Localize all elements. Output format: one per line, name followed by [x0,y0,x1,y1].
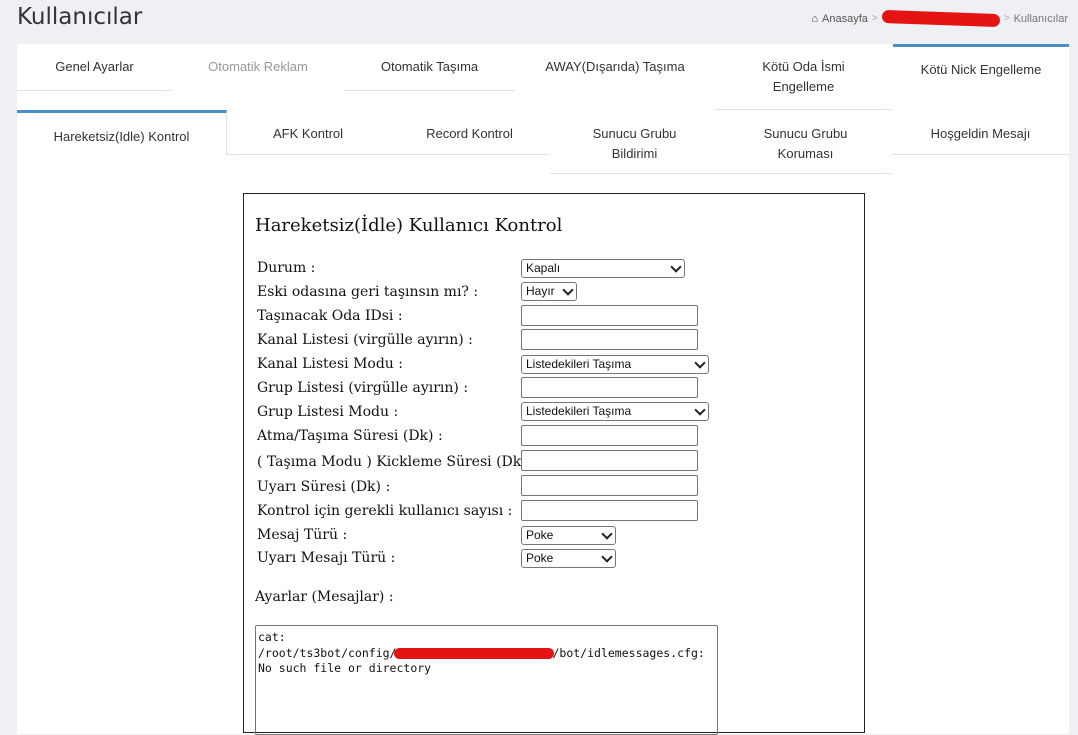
oda-id-input[interactable] [521,305,698,326]
mesaj-turu-select[interactable]: Poke [521,526,616,545]
breadcrumb-separator: > [1003,13,1010,24]
mesaj-turu-value: Poke [526,528,554,542]
message-line: /bot/idlemessages.cfg: [552,645,705,660]
kanal-modu-value: Listedekileri Taşıma [526,357,632,371]
atma-suresi-input[interactable] [521,425,698,446]
uyari-mesaj-turu-select[interactable]: Poke [521,549,616,568]
oda-id-label: Taşınacak Oda IDsi : [257,308,403,324]
uyari-suresi-input[interactable] [521,475,698,496]
tab-label-line: Kötü Oda İsmi [762,59,845,74]
durum-label: Durum : [257,260,316,276]
tab-kotu-oda-ismi[interactable]: Kötü Oda İsmi Engelleme [715,57,892,110]
tab-otomatik-reklam[interactable]: Otomatik Reklam [172,57,344,91]
grup-modu-label: Grup Listesi Modu : [257,404,399,420]
uyari-mesaj-turu-label: Uyarı Mesajı Türü : [257,550,396,566]
breadcrumb-current: Kullanıcılar [1013,12,1068,25]
redaction-mark [394,647,555,659]
tab-label-line: Sunucu Grubu [763,126,848,141]
messages-textarea[interactable]: cat: /root/ts3bot/config/ /bot/idlemessag… [255,625,718,735]
grup-modu-select[interactable]: Listedekileri Taşıma [521,402,709,421]
tab-afk-kontrol[interactable]: AFK Kontrol [227,110,389,155]
uyari-mesaj-turu-value: Poke [526,551,554,565]
grup-modu-value: Listedekileri Taşıma [526,404,632,418]
message-line: No such file or directory [258,661,432,675]
page-title: Kullanıcılar [17,4,143,30]
tab-sunucu-grubu-korumasi[interactable]: Sunucu Grubu Koruması [719,110,892,174]
atma-suresi-label: Atma/Taşıma Süresi (Dk) : [257,428,443,444]
tab-label-line: Sunucu Grubu [592,126,677,141]
grup-listesi-input[interactable] [521,377,698,398]
message-line: cat: [258,630,286,644]
tab-otomatik-tasima[interactable]: Otomatik Taşıma [344,57,515,91]
durum-select[interactable]: Kapalı [521,259,685,278]
message-line: /root/ts3bot/config/ [258,645,397,660]
mesaj-turu-label: Mesaj Türü : [257,527,348,543]
chevron-down-icon [670,260,682,273]
kanal-modu-select[interactable]: Listedekileri Taşıma [521,355,709,374]
durum-value: Kapalı [526,261,561,275]
tab-hareketsiz-kontrol[interactable]: Hareketsiz(Idle) Kontrol [17,110,227,155]
tab-genel-ayarlar[interactable]: Genel Ayarlar [17,57,172,91]
breadcrumb-separator: > [871,13,878,24]
idle-control-form: Hareketsiz(İdle) Kullanıcı Kontrol Durum… [243,193,865,735]
chevron-down-icon [562,283,574,296]
chevron-down-icon [601,527,613,540]
chevron-down-icon [694,403,706,416]
tab-label-line: Engelleme [772,79,835,94]
tab-record-kontrol[interactable]: Record Kontrol [389,110,550,155]
kanal-listesi-input[interactable] [521,329,698,350]
kullanici-sayisi-input[interactable] [521,500,698,521]
eski-oda-value: Hayır [526,284,555,298]
redaction-mark [881,9,1000,28]
breadcrumb-home[interactable]: Anasayfa [822,13,868,25]
tab-kotu-nick[interactable]: Kötü Nick Engelleme [893,44,1069,91]
tab-hosgeldin-mesaji[interactable]: Hoşgeldin Mesajı [892,110,1069,155]
kullanici-sayisi-label: Kontrol için gerekli kullanıcı sayısı : [257,503,513,519]
kickleme-suresi-input[interactable] [521,450,698,471]
tab-label-line: Bildirimi [611,146,658,161]
kickleme-suresi-label: ( Taşıma Modu ) Kickleme Süresi (Dk) : [257,454,536,470]
kanal-modu-label: Kanal Listesi Modu : [257,356,403,372]
kanal-listesi-label: Kanal Listesi (virgülle ayırın) : [257,332,473,348]
chevron-down-icon [694,356,706,369]
tab-sunucu-grubu-bildirimi[interactable]: Sunucu Grubu Bildirimi [550,110,719,174]
tab-away-tasima[interactable]: AWAY(Dışarıda) Taşıma [515,57,715,91]
eski-oda-label: Eski odasına geri taşınsın mı? : [257,284,479,300]
eski-oda-select[interactable]: Hayır [521,282,577,301]
grup-listesi-label: Grup Listesi (virgülle ayırın) : [257,380,469,396]
tab-label-line: Koruması [777,146,834,161]
uyari-suresi-label: Uyarı Süresi (Dk) : [257,479,391,495]
form-title: Hareketsiz(İdle) Kullanıcı Kontrol [255,215,563,236]
home-icon[interactable]: ⌂ [811,13,818,25]
breadcrumb: ⌂ Anasayfa > > Kullanıcılar [811,9,1068,28]
settings-messages-label: Ayarlar (Mesajlar) : [255,589,394,605]
chevron-down-icon [601,550,613,563]
